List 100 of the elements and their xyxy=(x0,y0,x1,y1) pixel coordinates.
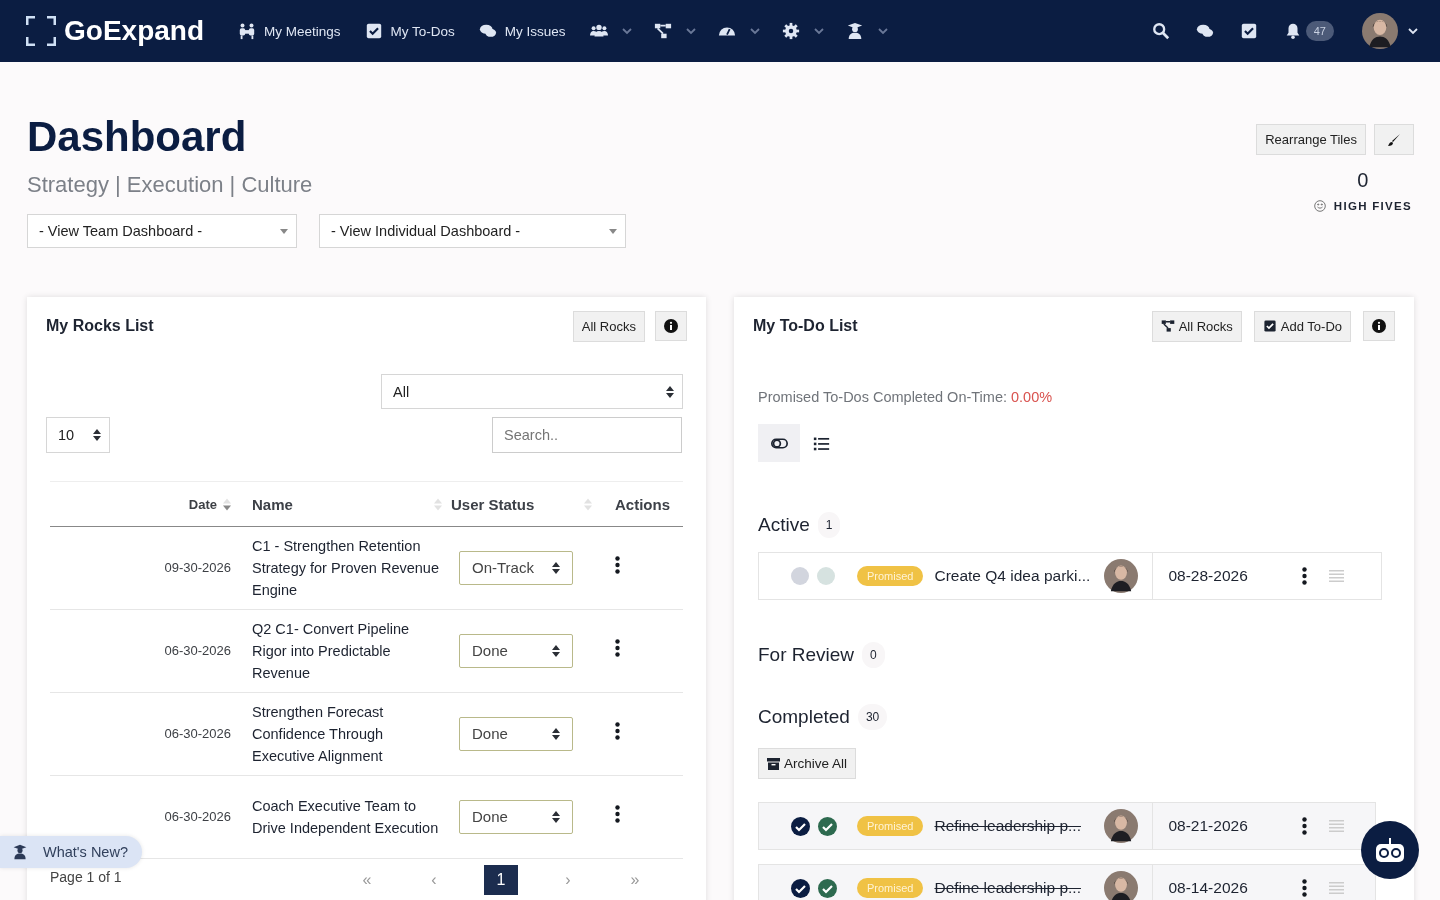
sort-arrows-icon xyxy=(552,728,560,740)
checkbox-icon xyxy=(364,22,383,40)
nav-link[interactable]: My Meetings xyxy=(238,22,341,40)
more-icon[interactable] xyxy=(615,722,620,740)
due-date: 08-21-2026 xyxy=(1152,803,1289,849)
more-icon[interactable] xyxy=(615,639,620,657)
todo-title[interactable]: Refine leadership p... xyxy=(934,817,1105,835)
avatar-icon xyxy=(1104,559,1139,593)
page-info: Page 1 of 1 xyxy=(50,868,123,885)
hierarchy-icon xyxy=(1160,319,1175,333)
pager-button[interactable]: 1 xyxy=(484,865,518,895)
logo-icon xyxy=(26,16,56,46)
promised-tag: Promised xyxy=(857,816,924,836)
caret-icon xyxy=(1408,27,1418,35)
smiley-icon xyxy=(1313,200,1326,212)
rock-name[interactable]: C1 - Strengthen Retention Strategy for Proven Revenue Engine xyxy=(252,535,442,601)
info-button[interactable] xyxy=(655,311,687,341)
toolbar-button[interactable]: All Rocks xyxy=(1151,310,1242,342)
rock-name[interactable]: Q2 C1- Convert Pipeline Rigor into Predictable Revenue xyxy=(252,618,442,684)
rearrange-tiles-button[interactable]: Rearrange Tiles xyxy=(1256,124,1366,155)
chat-icon xyxy=(1195,22,1214,40)
dashboard-select[interactable]: - View Individual Dashboard - xyxy=(319,214,626,249)
status-select[interactable]: Done xyxy=(459,800,573,834)
caret-icon xyxy=(813,27,824,35)
todo-row[interactable]: Promised Create Q4 idea parki... 08-28-2026 xyxy=(758,552,1382,600)
info-button[interactable] xyxy=(1363,311,1395,341)
filter-select[interactable]: All xyxy=(381,374,683,409)
column-header[interactable]: Date xyxy=(188,496,217,512)
drag-handle-icon[interactable] xyxy=(1329,570,1345,582)
gear-icon xyxy=(781,22,800,40)
search-field[interactable]: Search.. xyxy=(492,417,682,453)
section-title: Completed xyxy=(758,706,850,728)
caret-icon xyxy=(749,27,760,35)
info-icon xyxy=(664,319,678,333)
section-count: 1 xyxy=(817,512,841,538)
logo-text[interactable]: GoExpand xyxy=(64,15,204,47)
notification-count: 47 xyxy=(1305,21,1334,41)
column-header: Actions xyxy=(615,495,671,513)
brush-icon xyxy=(1387,132,1401,147)
status-select[interactable]: On-Track xyxy=(459,551,573,585)
page-title: Dashboard xyxy=(27,114,248,161)
drag-handle-icon[interactable] xyxy=(1329,820,1345,832)
more-icon[interactable] xyxy=(1302,817,1308,835)
more-icon[interactable] xyxy=(615,805,620,823)
todo-row[interactable]: Promised Refine leadership p... 08-21-2026 xyxy=(758,802,1376,850)
promised-tag: Promised xyxy=(857,878,924,898)
card-title: My To-Do List xyxy=(753,317,859,335)
caret-icon xyxy=(609,228,617,234)
status-select[interactable]: Done xyxy=(459,717,573,751)
column-header[interactable]: Name xyxy=(252,495,293,513)
section-count: 0 xyxy=(862,642,885,668)
todo-row[interactable]: Promised Define leadership p... 08-14-2026 xyxy=(758,864,1376,900)
view-toggle[interactable] xyxy=(758,424,800,462)
info-icon xyxy=(1372,319,1386,333)
todo-title[interactable]: Create Q4 idea parki... xyxy=(934,567,1105,585)
sort-arrows-icon xyxy=(93,429,101,441)
date-cell: 09-30-2026 xyxy=(164,560,231,575)
archive-all-button[interactable]: Archive All xyxy=(758,748,857,779)
date-cell: 06-30-2026 xyxy=(164,643,231,658)
rock-name[interactable]: Coach Executive Team to Drive Independent Execution xyxy=(252,795,442,839)
whats-new-button[interactable]: What's New? xyxy=(0,836,142,868)
toolbar-button[interactable]: Add To-Do xyxy=(1253,310,1351,342)
dashboard-select[interactable]: - View Team Dashboard - xyxy=(27,214,297,249)
sort-arrows-icon xyxy=(666,385,674,398)
column-header[interactable]: User Status xyxy=(451,495,535,513)
caret-icon xyxy=(685,27,696,35)
all-rocks-button[interactable]: All Rocks xyxy=(572,310,645,342)
status-select[interactable]: Done xyxy=(459,634,573,668)
nav-link[interactable]: My To-Dos xyxy=(364,22,455,40)
section-count: 30 xyxy=(857,704,888,730)
nav-link[interactable]: My Issues xyxy=(478,22,566,40)
drag-handle-icon[interactable] xyxy=(1329,882,1345,894)
sort-arrows-icon xyxy=(552,645,560,657)
check-circle-icon[interactable] xyxy=(791,878,810,898)
page-size-select[interactable]: 10 xyxy=(46,417,110,453)
promised-tag: Promised xyxy=(857,566,924,586)
hierarchy-icon xyxy=(653,22,672,40)
todo-title[interactable]: Define leadership p... xyxy=(934,879,1105,897)
chat-icon xyxy=(478,22,497,40)
section-title: For Review xyxy=(758,644,855,666)
sort-icon[interactable] xyxy=(223,497,231,511)
caret-icon xyxy=(280,228,288,234)
due-date: 08-14-2026 xyxy=(1152,865,1289,900)
date-cell: 06-30-2026 xyxy=(164,726,231,741)
avatar-icon xyxy=(1104,871,1139,900)
more-icon[interactable] xyxy=(1302,879,1308,897)
more-icon[interactable] xyxy=(1302,567,1308,585)
search-icon xyxy=(1151,22,1170,40)
section-title: Active xyxy=(758,514,810,536)
check-circle-icon[interactable] xyxy=(818,878,837,898)
rock-name[interactable]: Strengthen Forecast Confidence Through Executive Alignment xyxy=(252,701,442,767)
check-circle-icon[interactable] xyxy=(791,816,810,836)
robot-icon xyxy=(1375,837,1405,863)
check-circle-icon[interactable] xyxy=(818,816,837,836)
meeting-icon xyxy=(238,22,256,40)
avatar-icon xyxy=(1362,13,1398,49)
date-cell: 06-30-2026 xyxy=(164,809,231,824)
graduate-icon xyxy=(12,844,28,860)
high-fives-count: 0 xyxy=(1357,169,1369,192)
more-icon[interactable] xyxy=(615,556,620,574)
